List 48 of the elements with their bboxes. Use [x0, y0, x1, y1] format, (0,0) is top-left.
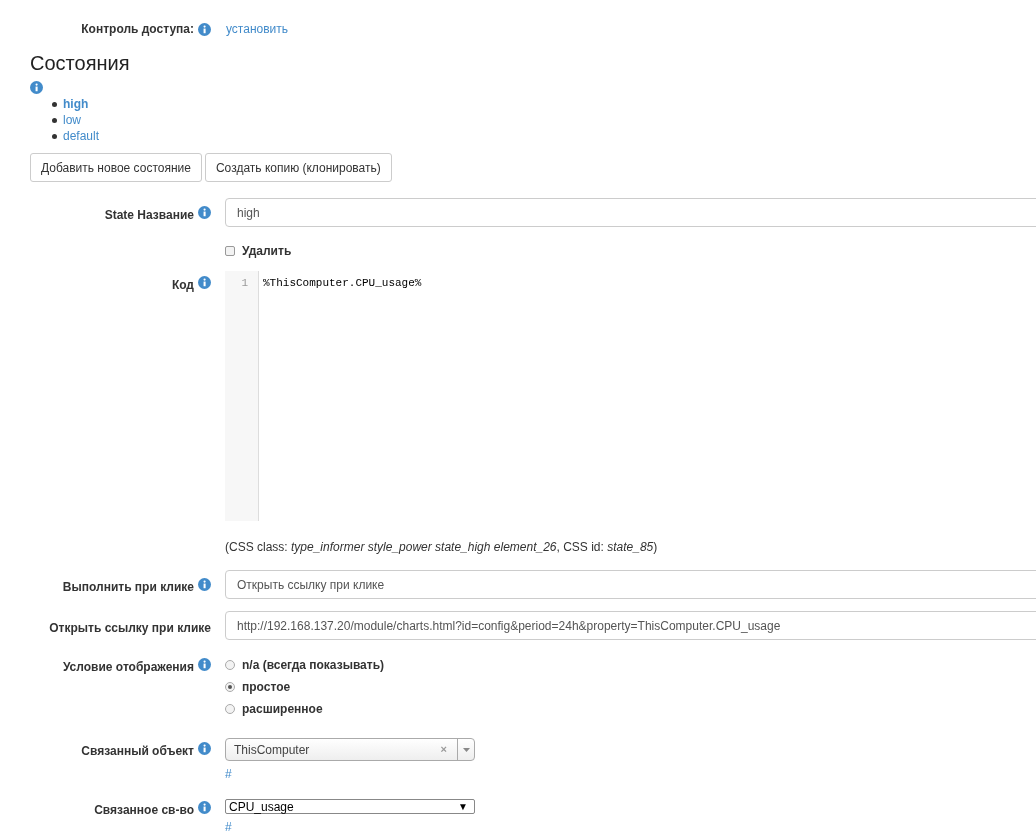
info-icon[interactable]	[198, 801, 211, 814]
radio-label: n/a (всегда показывать)	[242, 657, 385, 674]
radio-button[interactable]	[225, 704, 235, 714]
caret-icon[interactable]	[462, 747, 470, 752]
hash-link[interactable]: #	[225, 818, 475, 832]
field-label: Открыть ссылку при клике	[49, 620, 211, 637]
dropdown-value: ThisComputer	[233, 741, 311, 759]
css-info-text: (CSS class: type_informer style_power state_high element_26, CSS id: state_85)	[225, 539, 658, 556]
info-icon[interactable]	[198, 658, 211, 671]
info-icon[interactable]	[198, 206, 211, 219]
hash-link[interactable]: #	[225, 765, 475, 783]
action-button[interactable]: Создать копию (клонировать)	[204, 153, 392, 182]
code-line: %ThisComputer.CPU_usage%	[263, 276, 422, 290]
dropdown-arrow-icon[interactable]: ▼	[458, 799, 468, 814]
bullet-icon	[52, 117, 57, 123]
select-value: CPU_usage	[229, 798, 295, 816]
info-icon[interactable]	[198, 22, 211, 36]
field-label: Связанное св-во	[94, 802, 194, 819]
radio-button[interactable]	[225, 682, 235, 692]
state-link[interactable]: high	[63, 95, 89, 113]
action-button[interactable]: Добавить новое состояние	[30, 153, 202, 182]
field-label: State Название	[104, 207, 194, 224]
info-icon[interactable]	[198, 742, 211, 755]
select-field[interactable]: CPU_usage ▼	[225, 799, 475, 814]
field-label: Код	[171, 277, 194, 294]
bullet-icon	[52, 101, 57, 107]
text-field[interactable]: Открыть ссылку при клике	[225, 570, 1036, 599]
checkbox[interactable]	[225, 246, 235, 256]
info-icon[interactable]	[198, 578, 211, 591]
state-link[interactable]: low	[63, 111, 81, 129]
field-label: Выполнить при клике	[62, 579, 194, 596]
field-label: Связанный объект	[81, 743, 194, 760]
section-heading: Состояния	[30, 51, 131, 75]
radio-label: расширенное	[242, 701, 323, 718]
text-field[interactable]: http://192.168.137.20/module/charts.html?id=config&period=24h&property=ThisComputer.CPU_usage	[225, 611, 1036, 640]
field-label: Условие отображения	[62, 659, 194, 676]
bullet-icon	[52, 133, 57, 139]
dropdown-field[interactable]: ThisComputer ×	[225, 738, 475, 761]
text-field[interactable]: high	[225, 198, 1036, 227]
radio-label: простое	[242, 679, 291, 696]
checkbox-label: Удалить	[242, 243, 292, 260]
state-link[interactable]: default	[63, 127, 100, 145]
radio-button[interactable]	[225, 660, 235, 670]
field-label: Контроль доступа:	[81, 21, 194, 38]
line-number: 1	[241, 276, 248, 290]
info-icon[interactable]	[30, 81, 43, 94]
info-icon[interactable]	[198, 276, 211, 289]
set-link[interactable]: установить	[226, 20, 289, 38]
